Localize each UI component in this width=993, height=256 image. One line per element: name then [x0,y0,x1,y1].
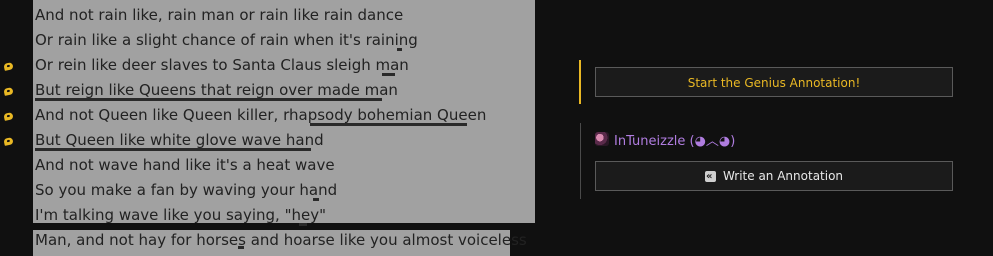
user-info[interactable]: InTuneizzle (◕︿◕) [595,130,735,149]
annotation-underline [397,48,402,51]
annotation-underline [310,123,467,126]
write-annotation-button[interactable]: Write an Annotation [595,161,953,192]
annotation-underline [238,246,244,249]
start-genius-annotation-button[interactable]: Start the Genius Annotation! [595,67,953,97]
lyric-line[interactable]: And not rain like, rain man or rain like… [35,4,403,26]
annotation-icon [704,162,716,192]
annotation-underline [35,148,311,151]
lyric-line[interactable]: And not wave hand like it's a heat wave [35,154,335,176]
lyrics-panel: And not rain like, rain man or rain like… [0,0,540,256]
annotation-marker-icon[interactable] [3,112,14,121]
lyric-line[interactable]: Or rain like a slight chance of rain whe… [35,29,418,51]
avatar[interactable] [595,132,609,146]
write-annotation-label: Write an Annotation [722,169,844,183]
lyric-line[interactable]: Or rein like deer slaves to Santa Claus … [35,54,409,76]
annotation-accent-bar [579,60,581,104]
annotation-marker-icon[interactable] [3,62,14,71]
annotation-underline [299,223,307,226]
annotation-underline [382,73,395,76]
annotation-marker-icon[interactable] [3,87,14,96]
lyric-line[interactable]: Man, and not hay for horses and hoarse l… [35,229,527,251]
annotation-underline [35,98,382,101]
annotation-marker-icon[interactable] [3,137,14,146]
lyric-line[interactable]: So you make a fan by waving your hand [35,179,337,201]
user-name[interactable]: InTuneizzle (◕︿◕) [614,130,735,149]
annotation-underline [313,198,319,201]
annotation-divider-bar [580,123,581,199]
lyric-line[interactable]: I'm talking wave like you saying, "hey" [35,204,326,226]
